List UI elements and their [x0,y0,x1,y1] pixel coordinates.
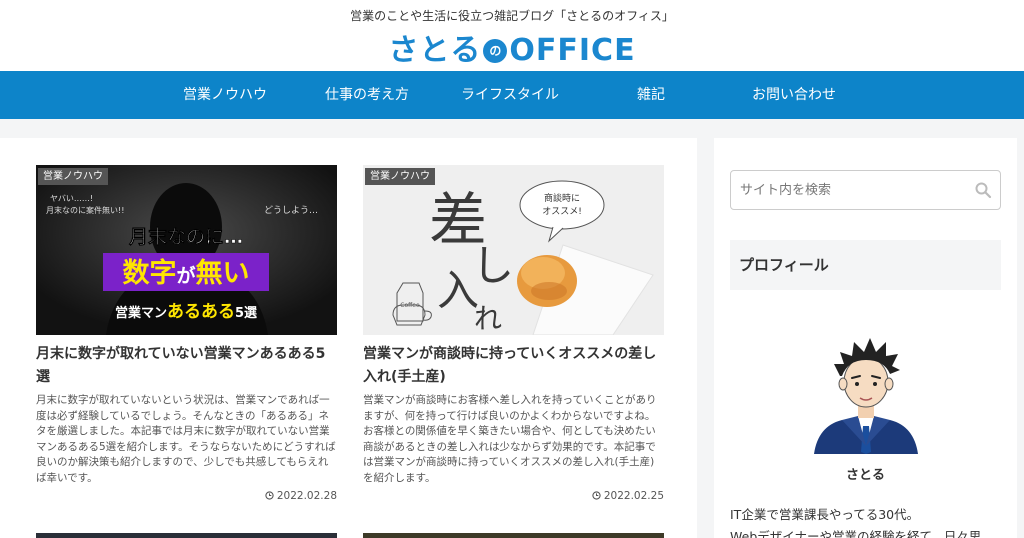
thumbnail-image-month-end: ヤバい……! 月末なのに案件無い!! どうしよう… 月末なのに… 数字が無い 営… [36,165,337,335]
profile-name: さとる [845,468,885,483]
post-date: 2022.02.25 [363,490,664,502]
nav-item-misc[interactable]: 雑記 [637,71,665,119]
thumb-big-char-3: 入 [437,266,479,315]
post-title[interactable]: 月末に数字が取れていない営業マンあるある5選 [36,343,337,389]
search-input[interactable] [730,170,1001,210]
global-nav: 営業ノウハウ 仕事の考え方 ライフスタイル 雑記 お問い合わせ [0,71,1024,119]
thumb-bubble-line2: オススメ! [542,206,582,217]
post-thumbnail[interactable]: 差 し 入 れ 商談時に オススメ! Coffee 営業ノウハウ [363,165,664,335]
search-icon[interactable] [974,181,992,199]
sidebar: プロフィール さとる IT企業で営業課長やってる30代。 Webデザイナーや営業… [714,138,1017,538]
nav-item-contact[interactable]: お問い合わせ [752,71,836,119]
profile-bio: IT企業で営業課長やってる30代。 Webデザイナーや営業の経験を経て、日々思 [730,507,982,538]
thumb-line1: 月末なのに… [128,225,243,248]
site-logo[interactable]: さとるの OFFICE [0,25,1024,69]
thumb-top-note: ヤバい……! [50,194,93,203]
clock-icon [264,491,274,500]
category-badge[interactable]: 営業ノウハウ [38,168,108,185]
post-snippet: 月末に数字が取れていないという状況は、営業マンであれば一度は必ず経験しているでし… [36,394,336,484]
clock-icon [591,491,601,500]
thumb-big-char-4: れ [474,302,502,335]
nav-item-work-thinking[interactable]: 仕事の考え方 [325,71,409,119]
thumb-bag-label: Coffee [400,302,420,309]
profile-avatar [814,338,918,454]
logo-text-end: OFFICE [509,33,636,68]
post-card-next[interactable] [36,533,337,538]
thumbnail-image-gift: 差 し 入 れ 商談時に オススメ! Coffee [363,165,664,335]
nav-item-sales-knowhow[interactable]: 営業ノウハウ [183,71,267,119]
thumb-bubble-line1: 商談時に [544,192,580,204]
post-date: 2022.02.28 [36,490,337,502]
post-date-text: 2022.02.28 [276,490,337,502]
profile-widget-title: プロフィール [730,240,1001,290]
thumb-side-note: どうしよう… [264,205,318,216]
post-date-text: 2022.02.25 [603,490,664,502]
post-snippet: 営業マンが商談時にお客様へ差し入れを持っていくことがありますが、何を持って行けば… [363,394,657,484]
logo-mark: の [483,39,508,63]
post-card-next[interactable] [363,533,664,538]
nav-item-lifestyle[interactable]: ライフスタイル [461,71,559,119]
category-badge[interactable]: 営業ノウハウ [365,168,435,185]
main-content: ヤバい……! 月末なのに案件無い!! どうしよう… 月末なのに… 数字が無い 営… [0,138,697,538]
thumb-top-note-2: 月末なのに案件無い!! [46,205,124,215]
logo-text-start: さとる [388,33,482,68]
post-thumbnail[interactable]: ヤバい……! 月末なのに案件無い!! どうしよう… 月末なのに… 数字が無い 営… [36,165,337,335]
post-card[interactable]: 差 し 入 れ 商談時に オススメ! Coffee 営業ノウハウ 営業マンが商談… [363,165,664,502]
post-title[interactable]: 営業マンが商談時に持っていくオススメの差し入れ(手土産) [363,343,664,389]
site-header: 営業のことや生活に役立つ雑記ブログ「さとるのオフィス」 さとるの OFFICE [0,0,1024,71]
site-tagline: 営業のことや生活に役立つ雑記ブログ「さとるのオフィス」 [350,9,674,23]
post-card[interactable]: ヤバい……! 月末なのに案件無い!! どうしよう… 月末なのに… 数字が無い 営… [36,165,337,502]
